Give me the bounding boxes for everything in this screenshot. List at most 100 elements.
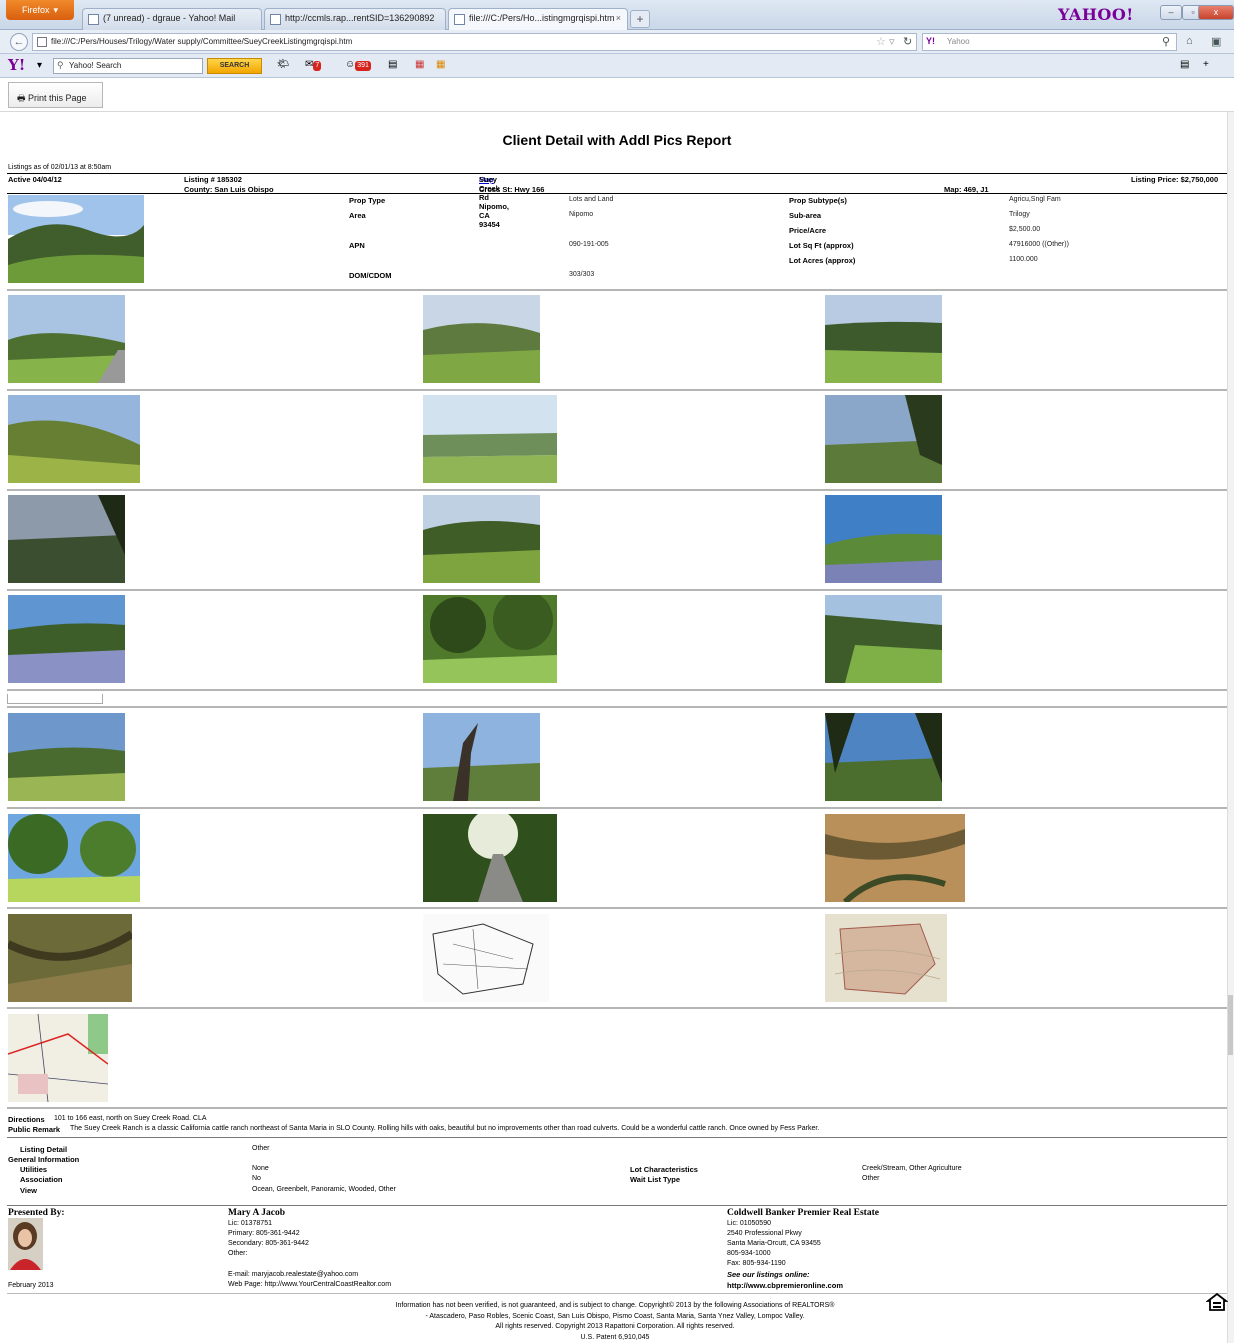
listing-photo[interactable] bbox=[8, 595, 125, 683]
lot-acres-value: 1100.000 bbox=[1009, 256, 1038, 263]
reload-icon[interactable]: ↻ bbox=[903, 35, 912, 48]
bookmarks-icon[interactable]: ▤ bbox=[388, 59, 397, 73]
chevron-down-icon: ▾ bbox=[53, 4, 59, 15]
office-phone: 805-934-1000 bbox=[727, 1250, 771, 1257]
print-page-button[interactable]: 🖶 Print this Page bbox=[8, 82, 103, 108]
agent-other-phone: Other: bbox=[228, 1250, 248, 1257]
row-separator bbox=[7, 907, 1227, 909]
price-acre-value: $2,500.00 bbox=[1009, 226, 1041, 233]
row-separator bbox=[7, 1007, 1227, 1009]
sub-area-label: Sub-area bbox=[789, 211, 822, 220]
minimize-button[interactable]: – bbox=[1160, 5, 1182, 20]
row-separator bbox=[7, 289, 1227, 291]
listing-photo[interactable] bbox=[423, 814, 557, 902]
listing-photo[interactable] bbox=[423, 595, 557, 683]
listing-photo[interactable] bbox=[825, 713, 942, 801]
listing-photo[interactable] bbox=[423, 295, 540, 383]
print-toolbar: 🖶 Print this Page bbox=[0, 78, 1234, 112]
public-remark-text: The Suey Creek Ranch is a classic Califo… bbox=[70, 1125, 820, 1132]
firefox-menu-button[interactable]: Firefox ▾ bbox=[6, 0, 74, 20]
listing-detail-heading: Listing Detail bbox=[20, 1145, 68, 1154]
search-engine-box[interactable]: Y! Yahoo bbox=[922, 33, 1177, 51]
listing-photo[interactable] bbox=[8, 295, 125, 383]
listing-photo[interactable] bbox=[8, 713, 125, 801]
back-icon[interactable]: ← bbox=[10, 33, 28, 51]
print-label: Print this Page bbox=[28, 93, 87, 103]
bookmark-star-icon[interactable]: ☆ bbox=[876, 35, 886, 48]
listing-photo[interactable] bbox=[825, 295, 942, 383]
address-bar[interactable]: file:///C:/Pers/Houses/Trilogy/Water sup… bbox=[32, 33, 917, 51]
main-listing-photo[interactable] bbox=[8, 195, 144, 283]
agent-email[interactable]: E-mail: maryjacob.realestate@yahoo.com bbox=[228, 1271, 358, 1278]
news-icon[interactable]: ▦ bbox=[436, 59, 445, 73]
survey-map-image[interactable] bbox=[423, 914, 549, 1002]
listing-photo[interactable] bbox=[825, 395, 942, 483]
listing-photo[interactable] bbox=[825, 495, 942, 583]
vertical-scrollbar[interactable] bbox=[1227, 112, 1234, 1343]
topo-map-image[interactable] bbox=[825, 914, 947, 1002]
chevron-down-icon[interactable]: ▾ bbox=[37, 60, 42, 74]
listing-number: Listing # 185302 bbox=[184, 175, 242, 184]
view-label: View bbox=[20, 1186, 37, 1195]
close-tab-icon[interactable]: × bbox=[616, 13, 621, 23]
listing-photo[interactable] bbox=[8, 814, 140, 902]
report-date: February 2013 bbox=[8, 1282, 54, 1289]
wait-list-label: Wait List Type bbox=[630, 1175, 681, 1184]
yahoo-toolbar-logo[interactable]: Y! bbox=[8, 56, 25, 74]
office-address-line1: 2540 Professional Pkwy bbox=[727, 1230, 802, 1237]
close-window-button[interactable]: x bbox=[1198, 5, 1234, 20]
listing-photo[interactable] bbox=[8, 395, 140, 483]
add-icon[interactable]: + bbox=[1203, 59, 1209, 73]
listing-photo[interactable] bbox=[423, 713, 540, 801]
prop-type-value: Lots and Land bbox=[569, 196, 614, 203]
yahoo-search-button[interactable]: SEARCH bbox=[207, 58, 262, 74]
listing-photo[interactable] bbox=[8, 914, 132, 1002]
listing-photo[interactable] bbox=[8, 495, 125, 583]
disclaimer-line: - Atascadero, Paso Robles, Scenic Coast,… bbox=[425, 1312, 805, 1320]
shopping-icon[interactable]: ▦ bbox=[415, 59, 424, 73]
tab-listing-file[interactable]: file:///C:/Pers/Ho...istingmgrqispi.htm × bbox=[448, 8, 628, 30]
listing-photo[interactable] bbox=[423, 395, 557, 483]
dom-label: DOM/CDOM bbox=[349, 271, 392, 280]
agent-secondary-phone: Secondary: 805-361-9442 bbox=[228, 1240, 309, 1247]
area-map-image[interactable] bbox=[8, 1014, 108, 1102]
new-tab-button[interactable]: + bbox=[630, 10, 650, 28]
association-label: Association bbox=[20, 1175, 63, 1184]
menu-icon[interactable]: ▣ bbox=[1211, 35, 1221, 48]
mail-count-badge: 7 bbox=[313, 61, 322, 71]
office-website[interactable]: http://www.cbpremieronline.com bbox=[727, 1281, 843, 1290]
url-text: file:///C:/Pers/Houses/Trilogy/Water sup… bbox=[51, 37, 353, 46]
tab-yahoo-mail[interactable]: (7 unread) - dgraue - Yahoo! Mail bbox=[82, 8, 262, 30]
yahoo-search-input[interactable]: ⚲ Yahoo! Search bbox=[53, 58, 203, 74]
tab-ccmls[interactable]: http://ccmls.rap...rentSID=136290892 bbox=[264, 8, 446, 30]
listing-photo[interactable] bbox=[423, 495, 540, 583]
yahoo-brand-logo: YAHOO! bbox=[1058, 5, 1134, 24]
dropdown-icon[interactable]: ▿ bbox=[889, 35, 895, 48]
messenger-icon[interactable]: ☺ 391 bbox=[345, 59, 371, 73]
section-divider bbox=[7, 1205, 1227, 1206]
listing-photo[interactable] bbox=[825, 814, 965, 902]
home-icon[interactable]: ⌂ bbox=[1186, 35, 1193, 47]
office-fax: Fax: 805-934-1190 bbox=[727, 1260, 786, 1267]
public-remark-label: Public Remark bbox=[8, 1125, 61, 1134]
toolbar-settings-icon[interactable]: ▤ bbox=[1180, 59, 1189, 73]
scrollbar-thumb[interactable] bbox=[1228, 995, 1233, 1055]
sub-area-value: Trilogy bbox=[1009, 211, 1030, 218]
apn-value: 090-191-005 bbox=[569, 241, 609, 248]
agent-license: Lic: 01378751 bbox=[228, 1220, 272, 1227]
lot-sqft-value: 47916000 ((Other)) bbox=[1009, 241, 1069, 248]
search-placeholder: Yahoo bbox=[947, 37, 970, 46]
lot-sqft-label: Lot Sq Ft (approx) bbox=[789, 241, 854, 250]
section-divider bbox=[7, 1293, 1227, 1294]
mail-icon[interactable]: ✉ 7 bbox=[305, 59, 322, 73]
agent-web-page[interactable]: Web Page: http://www.YourCentralCoastRea… bbox=[228, 1281, 391, 1288]
search-icon[interactable]: ⚲ bbox=[1162, 35, 1170, 48]
weather-icon[interactable]: 🌤 bbox=[277, 59, 290, 73]
row-separator bbox=[7, 807, 1227, 809]
page-break-marker bbox=[7, 694, 103, 704]
disclaimer: Information has not been verified, is no… bbox=[230, 1301, 1000, 1343]
mail-icon bbox=[88, 14, 99, 25]
row-separator bbox=[7, 1107, 1227, 1109]
listing-photo[interactable] bbox=[825, 595, 942, 683]
association-value: No bbox=[252, 1175, 261, 1182]
